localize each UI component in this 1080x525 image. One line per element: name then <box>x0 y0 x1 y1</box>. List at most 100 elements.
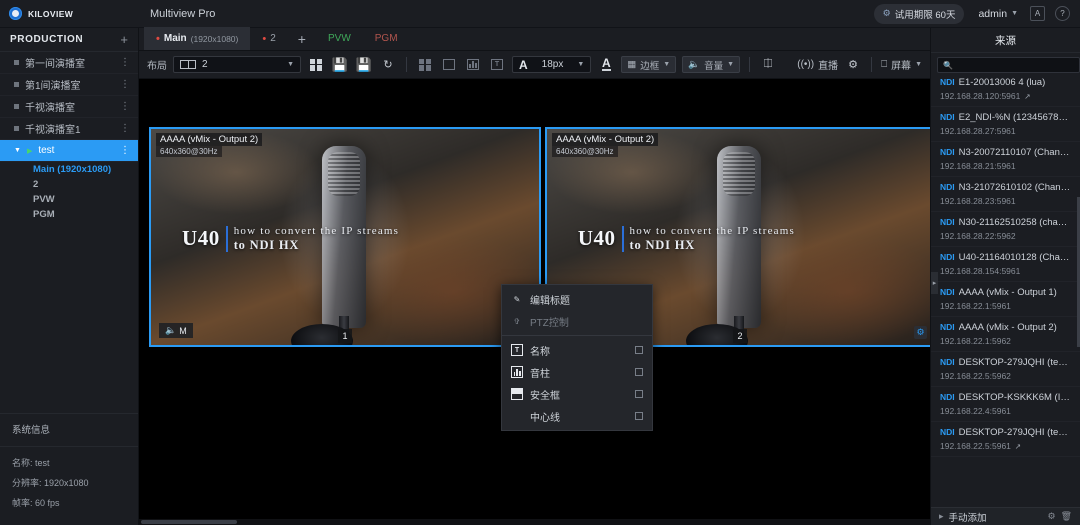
chevron-down-icon: ▼ <box>287 61 294 68</box>
multiview-canvas[interactable]: ☰ U40 how to convert the IP streams to N… <box>139 79 930 525</box>
system-info-name: 名称: test <box>0 453 138 473</box>
source-name-row: NDI N30-21162510258 (channel... <box>940 217 1072 228</box>
source-item[interactable]: NDI DESKTOP-279JQHI (test_Ma... 192.168.… <box>931 422 1080 457</box>
source-item[interactable]: NDI N30-21162510258 (channel... 192.168.… <box>931 212 1080 247</box>
video-settings-button[interactable]: ⚙ <box>914 326 927 339</box>
audio-meter-button[interactable] <box>464 56 482 74</box>
source-item[interactable]: NDI U40-21164010128 (Channel... 192.168.… <box>931 247 1080 282</box>
checkbox[interactable] <box>635 368 643 376</box>
sidebar-child-pgm[interactable]: PGM <box>0 207 138 222</box>
source-item[interactable]: NDI E1-20013006 4 (lua) 192.168.28.120:5… <box>931 77 1080 107</box>
search-box[interactable]: 🔍 <box>937 57 1080 73</box>
checkbox[interactable] <box>635 412 643 420</box>
help-icon[interactable]: ? <box>1055 6 1070 21</box>
ndi-tag: NDI <box>940 147 955 157</box>
search-input[interactable] <box>957 60 1074 70</box>
video-mute-badge[interactable]: 🔈 M <box>159 323 193 338</box>
source-address-row: 192.168.22.1:5962 <box>940 336 1072 346</box>
sidebar-child-2[interactable]: 2 <box>0 177 138 192</box>
source-item[interactable]: NDI N3-20072110107 (Channel-1) 192.168.2… <box>931 142 1080 177</box>
layout-select[interactable]: 2 ▼ <box>173 56 301 73</box>
collapse-panel-handle[interactable]: ▸ <box>931 272 938 294</box>
sidebar-item-studio-1[interactable]: 第一间演播室 ⋮ <box>0 52 138 74</box>
screen-button[interactable]: ⎕ 屏幕 ▼ <box>881 57 922 72</box>
sidebar-child-pvw[interactable]: PVW <box>0 192 138 207</box>
more-icon[interactable]: ⋮ <box>120 57 130 68</box>
tab-pgm[interactable]: PGM <box>363 27 410 50</box>
export-button[interactable]: ⎅ <box>759 56 777 74</box>
gear-icon[interactable]: ⚙ <box>1047 511 1055 522</box>
split-view-button[interactable] <box>416 56 434 74</box>
language-icon[interactable]: A <box>1030 6 1045 21</box>
system-info-title: 系统信息 <box>0 422 138 444</box>
context-menu-item-edit-title[interactable]: ✎ 编辑标题 <box>502 288 652 310</box>
source-item[interactable]: NDI E2_NDI-%N (1234567809) 192.168.28.27… <box>931 107 1080 142</box>
volume-select[interactable]: 🔈 音量 ▼ <box>682 56 740 73</box>
grid-layout-button[interactable] <box>307 56 325 74</box>
context-menu-item-ptz[interactable]: ✞ PTZ控制 <box>502 310 652 332</box>
more-icon[interactable]: ⋮ <box>120 79 130 90</box>
context-menu-item-center-line[interactable]: 中心线 <box>502 405 652 427</box>
source-item[interactable]: NDI AAAA (vMix - Output 2) 192.168.22.1:… <box>931 317 1080 352</box>
trash-icon[interactable]: 🗑 <box>1061 511 1072 522</box>
save-as-button[interactable]: 💾 <box>355 56 373 74</box>
source-item[interactable]: NDI DESKTOP-KSKKK6M (Intel U... 192.168.… <box>931 387 1080 422</box>
user-menu[interactable]: admin ▼ <box>978 8 1018 20</box>
more-icon[interactable]: ⋮ <box>120 123 130 134</box>
font-color-button[interactable]: A <box>597 56 615 74</box>
source-address-row: 192.168.28.27:5961 <box>940 126 1072 136</box>
ndi-tag: NDI <box>940 357 955 367</box>
source-address-row: 192.168.28.21:5961 <box>940 161 1072 171</box>
canvas-horizontal-scrollbar[interactable] <box>139 519 930 525</box>
chevron-down-icon: ▼ <box>727 61 734 68</box>
checkbox[interactable] <box>635 390 643 398</box>
border-select[interactable]: ▦ 边框 ▼ <box>621 56 676 73</box>
manual-add-row[interactable]: ▸ 手动添加 ⚙ 🗑 <box>931 507 1080 525</box>
context-menu-item-name[interactable]: T 名称 <box>502 339 652 361</box>
sidebar-item-studio-3[interactable]: 千视演播室 ⋮ <box>0 96 138 118</box>
frame-button[interactable] <box>440 56 458 74</box>
source-address: 192.168.28.120:5961 <box>940 91 1020 101</box>
context-menu[interactable]: ✎ 编辑标题 ✞ PTZ控制 T 名称 <box>501 284 653 431</box>
save-button[interactable]: 💾 <box>331 56 349 74</box>
context-menu-label: 安全框 <box>530 387 560 402</box>
overlay-line-1: how to convert the IP streams <box>630 225 795 237</box>
source-item[interactable]: NDI AAAA (vMix - Output 1) 192.168.22.1:… <box>931 282 1080 317</box>
live-button[interactable]: ((•)) 直播 <box>797 57 838 72</box>
square-icon <box>14 82 19 87</box>
tab-2[interactable]: • 2 <box>250 27 287 50</box>
divider <box>0 446 138 447</box>
scrollbar-thumb[interactable] <box>141 520 237 524</box>
sidebar-child-main[interactable]: Main (1920x1080) <box>0 162 138 177</box>
sidebar-item-test[interactable]: ▼ ▶ test ⋮ <box>0 140 138 162</box>
chevron-down-icon[interactable]: ▼ <box>14 147 21 154</box>
video-index-badge: 1 <box>338 329 352 343</box>
source-item[interactable]: NDI N3-21072610102 (Channel-1) 192.168.2… <box>931 177 1080 212</box>
text-tool-button[interactable]: T <box>488 56 506 74</box>
add-tab-button[interactable]: + <box>288 27 316 50</box>
external-link-icon[interactable]: ↗ <box>1024 92 1030 101</box>
chevron-down-icon: ▼ <box>663 61 670 68</box>
chevron-right-icon[interactable]: ▸ <box>939 511 944 522</box>
context-menu-item-audio-meter[interactable]: 音柱 <box>502 361 652 383</box>
top-bar: KILOVIEW Multiview Pro ⚙ 试用期限 60天 admin … <box>0 0 1080 28</box>
more-icon[interactable]: ⋮ <box>120 101 130 112</box>
sidebar-item-studio-2[interactable]: 第1间演播室 ⋮ <box>0 74 138 96</box>
sources-list[interactable]: ▸ NDI E1-20013006 4 (lua) 192.168.28.120… <box>931 77 1080 507</box>
refresh-button[interactable]: ↻ <box>379 56 397 74</box>
broadcast-icon: ((•)) <box>797 59 814 70</box>
tab-main[interactable]: • Main (1920x1080) <box>144 27 250 50</box>
more-icon[interactable]: ⋮ <box>120 145 130 156</box>
add-production-button[interactable]: + <box>120 33 128 46</box>
tab-pvw[interactable]: PVW <box>316 27 363 50</box>
video-panel-1[interactable]: U40 how to convert the IP streams to NDI… <box>149 127 541 347</box>
source-item[interactable]: NDI DESKTOP-279JQHI (test_PG... 192.168.… <box>931 352 1080 387</box>
live-settings-button[interactable]: ⚙ <box>844 56 862 74</box>
sidebar-item-studio-4[interactable]: 千视演播室1 ⋮ <box>0 118 138 140</box>
trial-badge[interactable]: ⚙ 试用期限 60天 <box>874 4 965 24</box>
source-address: 192.168.28.21:5961 <box>940 161 1016 171</box>
external-link-icon[interactable]: ↗ <box>1015 442 1021 451</box>
checkbox[interactable] <box>635 346 643 354</box>
font-size-select[interactable]: A 18px ▼ <box>512 56 591 73</box>
context-menu-item-safe-area[interactable]: 安全框 <box>502 383 652 405</box>
